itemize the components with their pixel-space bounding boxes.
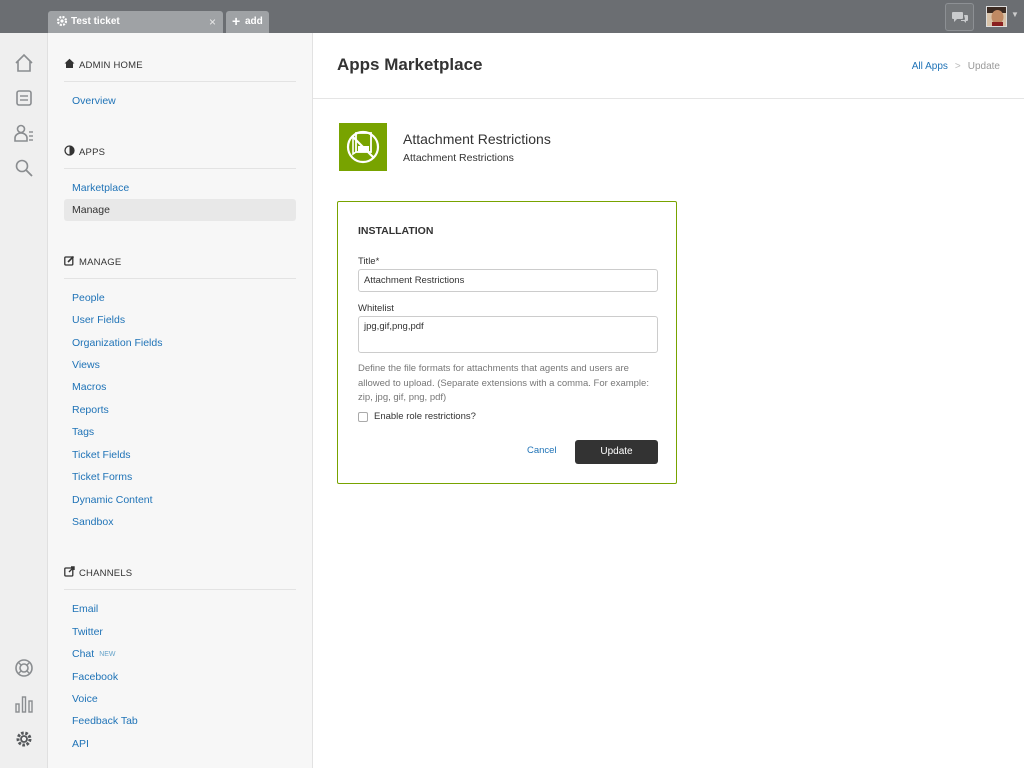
title-label: Title* xyxy=(358,256,380,267)
reporting-icon[interactable] xyxy=(13,693,35,715)
channels-icon xyxy=(64,566,75,577)
views-icon[interactable] xyxy=(13,87,35,109)
admin-home-heading: ADMIN HOME xyxy=(64,58,143,71)
nav-manage-active[interactable]: Manage xyxy=(64,199,296,221)
user-avatar[interactable] xyxy=(986,6,1007,27)
nav-chat[interactable]: Chat NEW xyxy=(72,648,116,660)
nav-feedback-tab[interactable]: Feedback Tab xyxy=(72,715,138,727)
breadcrumb-separator: > xyxy=(954,61,961,72)
edit-icon xyxy=(64,255,75,266)
installation-panel: INSTALLATION Title* Whitelist jpg,gif,pn… xyxy=(337,201,677,484)
nav-views[interactable]: Views xyxy=(72,359,100,371)
icon-rail xyxy=(0,33,48,768)
nav-marketplace[interactable]: Marketplace xyxy=(72,182,129,194)
heading-label: CHANNELS xyxy=(79,568,133,579)
customers-icon[interactable] xyxy=(13,122,35,144)
whitelist-label: Whitelist xyxy=(358,303,394,314)
app-subtitle: Attachment Restrictions xyxy=(403,152,514,164)
manage-heading: MANAGE xyxy=(64,255,121,268)
role-restrictions-label: Enable role restrictions? xyxy=(374,411,476,422)
search-icon[interactable] xyxy=(13,157,35,179)
whitelist-field[interactable]: jpg,gif,png,pdf xyxy=(358,316,658,353)
nav-api[interactable]: API xyxy=(72,738,89,750)
nav-manage-label: Manage xyxy=(72,204,110,216)
nav-twitter[interactable]: Twitter xyxy=(72,626,103,638)
page-title: Apps Marketplace xyxy=(337,55,483,74)
heading-label: ADMIN HOME xyxy=(79,60,143,71)
nav-user-fields[interactable]: User Fields xyxy=(72,314,125,326)
nav-email[interactable]: Email xyxy=(72,603,98,615)
nav-ticket-forms[interactable]: Ticket Forms xyxy=(72,471,132,483)
close-icon[interactable]: × xyxy=(209,15,216,29)
nav-macros[interactable]: Macros xyxy=(72,381,106,393)
top-bar: Test ticket × + add ▼ xyxy=(0,0,1024,33)
gear-icon xyxy=(56,15,68,27)
divider xyxy=(64,168,296,169)
add-tab-button[interactable]: + add xyxy=(226,11,269,33)
home-icon[interactable] xyxy=(13,52,35,74)
role-restrictions-checkbox[interactable] xyxy=(358,412,368,422)
plus-icon: + xyxy=(232,13,241,29)
heading-label: APPS xyxy=(79,147,106,158)
channels-heading: CHANNELS xyxy=(64,566,132,579)
main-header: Apps Marketplace All Apps > Update xyxy=(313,33,1024,99)
apps-heading: APPS xyxy=(64,145,105,158)
installation-heading: INSTALLATION xyxy=(358,225,434,237)
divider xyxy=(64,81,296,82)
nav-dynamic-content[interactable]: Dynamic Content xyxy=(72,494,153,506)
chat-icon xyxy=(952,12,968,23)
chat-button[interactable] xyxy=(945,3,974,31)
divider xyxy=(64,278,296,279)
apps-icon xyxy=(64,145,75,156)
admin-gear-icon[interactable] xyxy=(13,728,35,750)
nav-chat-label: Chat xyxy=(72,648,95,660)
breadcrumb-all-apps[interactable]: All Apps xyxy=(912,61,948,72)
whitelist-help-text: Define the file formats for attachments … xyxy=(358,363,649,403)
heading-label: MANAGE xyxy=(79,257,122,268)
home-icon xyxy=(64,58,75,68)
nav-tags[interactable]: Tags xyxy=(72,426,94,438)
tab-test-ticket[interactable]: Test ticket × xyxy=(48,11,223,33)
nav-ticket-fields[interactable]: Ticket Fields xyxy=(72,449,131,461)
nav-people[interactable]: People xyxy=(72,292,105,304)
title-field[interactable] xyxy=(358,269,658,292)
cancel-button[interactable]: Cancel xyxy=(527,445,557,456)
nav-organization-fields[interactable]: Organization Fields xyxy=(72,337,162,349)
nav-sandbox[interactable]: Sandbox xyxy=(72,516,113,528)
avatar-image xyxy=(987,7,1006,26)
divider xyxy=(64,589,296,590)
chevron-down-icon[interactable]: ▼ xyxy=(1011,10,1019,19)
tab-label: Test ticket xyxy=(71,16,120,27)
new-badge: NEW xyxy=(99,651,116,658)
nav-facebook[interactable]: Facebook xyxy=(72,671,118,683)
nav-voice[interactable]: Voice xyxy=(72,693,98,705)
breadcrumb: All Apps > Update xyxy=(912,61,1000,72)
breadcrumb-current: Update xyxy=(967,61,1000,72)
nav-reports[interactable]: Reports xyxy=(72,404,109,416)
add-label: add xyxy=(245,16,263,27)
app-name: Attachment Restrictions xyxy=(403,131,551,147)
app-logo xyxy=(339,123,387,171)
admin-nav: ADMIN HOME Overview APPS Marketplace Man… xyxy=(48,33,313,768)
attachment-restriction-icon xyxy=(346,130,380,164)
update-button[interactable]: Update xyxy=(575,440,658,464)
help-center-icon[interactable] xyxy=(13,657,35,679)
nav-overview[interactable]: Overview xyxy=(72,95,116,107)
